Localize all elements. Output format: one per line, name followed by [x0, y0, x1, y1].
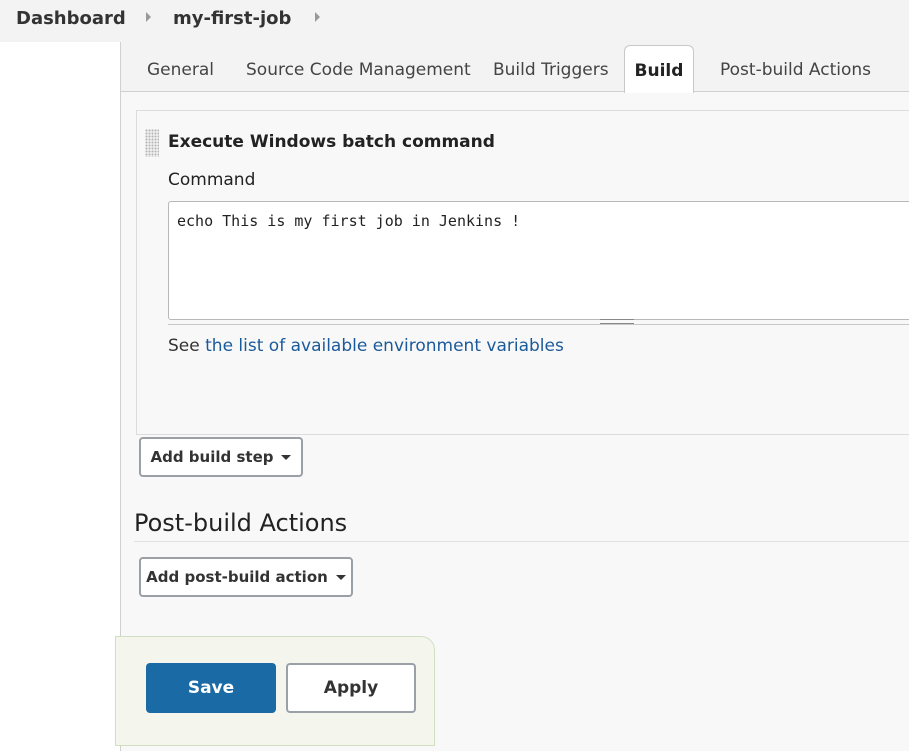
- section-divider: [134, 541, 909, 542]
- apply-button[interactable]: Apply: [286, 663, 416, 713]
- chevron-right-icon[interactable]: [315, 12, 320, 22]
- env-vars-prefix: See: [168, 336, 206, 356]
- build-step-card: Execute Windows batch command Command ec…: [136, 110, 909, 435]
- add-post-build-action-button[interactable]: Add post-build action: [139, 557, 353, 597]
- command-textarea[interactable]: echo This is my first job in Jenkins !: [168, 201, 909, 320]
- resize-grip-icon[interactable]: [600, 319, 634, 324]
- tab-post-build-actions[interactable]: Post-build Actions: [720, 60, 871, 80]
- caret-down-icon: [281, 454, 292, 460]
- chevron-right-icon[interactable]: [146, 12, 151, 22]
- command-label: Command: [168, 170, 256, 190]
- add-post-build-action-label: Add post-build action: [146, 568, 328, 586]
- add-build-step-button[interactable]: Add build step: [139, 437, 303, 477]
- add-build-step-label: Add build step: [150, 448, 274, 466]
- tab-build-triggers[interactable]: Build Triggers: [493, 60, 609, 80]
- tab-general[interactable]: General: [147, 60, 214, 80]
- breadcrumb-job[interactable]: my-first-job: [173, 8, 291, 29]
- tab-build[interactable]: Build: [624, 45, 694, 93]
- drag-handle-icon[interactable]: [145, 129, 159, 157]
- caret-down-icon: [335, 574, 346, 580]
- bottom-action-bar: Save Apply: [115, 636, 435, 746]
- tab-source-code-management[interactable]: Source Code Management: [246, 60, 471, 80]
- breadcrumb-dashboard[interactable]: Dashboard: [16, 8, 126, 29]
- env-vars-help: See the list of available environment va…: [168, 336, 564, 356]
- breadcrumb: Dashboard my-first-job: [0, 0, 909, 42]
- save-button[interactable]: Save: [146, 663, 276, 713]
- env-vars-link[interactable]: the list of available environment variab…: [205, 336, 564, 356]
- post-build-actions-heading: Post-build Actions: [134, 509, 348, 537]
- build-step-title: Execute Windows batch command: [168, 132, 495, 152]
- config-tabbar: General Source Code Management Build Tri…: [121, 42, 909, 93]
- textarea-resize-handle[interactable]: [168, 319, 909, 325]
